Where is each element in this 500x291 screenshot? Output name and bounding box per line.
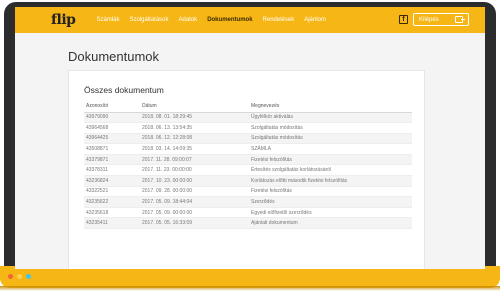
cell-date: 2017. 09. 28. 00:00:00 [140,186,249,198]
cell-name: Értesítés szolgáltatás korlátozásáról [249,164,412,177]
table-row[interactable]: 43322521 2017. 09. 28. 00:00:00 Fizetési f… [84,186,412,198]
cell-date: 2017. 05. 09. 18:44:04 [140,196,249,208]
table-row[interactable]: 43235618 2017. 05. 09. 00:00:00 Egyedi elő… [84,207,412,219]
cell-id: 43235411 [84,217,140,230]
cell-id: 43322521 [84,186,140,198]
cell-date: 2017. 05. 09. 00:00:00 [140,207,249,219]
logout-icon [455,16,465,23]
laptop-base [0,266,500,288]
cell-date: 2018. 06. 12. 12:28:08 [140,133,249,145]
cell-name: Ügyfélkör aktiválás [249,112,412,124]
nav-item-dokumentumok[interactable]: Dokumentumok [202,7,257,33]
table-row[interactable]: 43378311 2017. 11. 23. 00:00:00 Értesítés … [84,164,412,177]
nav-item-rendelesek[interactable]: Rendelések [258,7,300,33]
cell-id: 43964425 [84,133,140,145]
main-nav: Számlák Szolgáltatások Adatok Dokumentum… [91,7,330,33]
blue-dot-icon [26,274,31,279]
cell-name: Fizetési felszólítás [249,186,412,198]
cell-name: Szerződés [249,196,412,208]
nav-item-szamlak[interactable]: Számlák [91,7,124,33]
table-row[interactable]: 43964425 2018. 06. 12. 12:28:08 Szolgáltat… [84,133,412,145]
red-dot-icon [8,274,13,279]
flip-logo[interactable]: flip [51,12,76,28]
app-screen: flip Számlák Szolgáltatások Adatok Dokum… [15,7,485,269]
table-header-row: Azonosító Dátum Megnevezés [84,101,412,113]
cell-id: 43979090 [84,112,140,124]
cell-id: 43508871 [84,143,140,155]
cell-name: Fizetési felszólítás [249,154,412,166]
column-header-name: Megnevezés [249,101,412,113]
column-header-id: Azonosító [84,101,140,113]
cell-name: Korlátozás előtti második fizetési felsz… [249,175,412,187]
cell-id: 43235622 [84,196,140,208]
laptop-frame: flip Számlák Szolgáltatások Adatok Dokum… [0,0,500,291]
cell-name: SZÁMLA [249,143,412,155]
table-row[interactable]: 43508871 2018. 03. 14. 14:09:35 SZÁMLA [84,143,412,155]
documents-table-body: 43979090 2018. 08. 01. 18:29:45 Ügyfélkör … [84,112,412,230]
top-navigation-bar: flip Számlák Szolgáltatások Adatok Dokum… [15,7,485,33]
cell-date: 2018. 08. 01. 18:29:45 [140,112,249,124]
table-row[interactable]: 43236824 2017. 10. 23. 00:00:00 Korlátozás… [84,175,412,187]
table-row[interactable]: 43979090 2018. 08. 01. 18:29:45 Ügyfélkör … [84,112,412,124]
cell-name: Szolgáltatás módosítás [249,122,412,134]
documents-card: Összes dokumentum Azonosító Dátum Megnev… [68,70,425,269]
cell-id: 43235618 [84,207,140,219]
yellow-dot-icon [17,274,22,279]
table-row[interactable]: 43235622 2017. 05. 09. 18:44:04 Szerződés [84,196,412,208]
page-title: Dokumentumok [68,49,160,64]
cell-id: 43378311 [84,164,140,177]
cell-date: 2018. 06. 13. 13:54:35 [140,122,249,134]
nav-item-adatok[interactable]: Adatok [174,7,203,33]
header-actions: f Kilépés [399,13,469,26]
table-row[interactable]: 43379871 2017. 11. 28. 09:00:07 Fizetési f… [84,154,412,166]
cell-date: 2017. 11. 28. 09:00:07 [140,154,249,166]
table-row[interactable]: 43964568 2018. 06. 13. 13:54:35 Szolgáltat… [84,122,412,134]
cell-name: Ajánlati dokumentum [249,217,412,230]
cell-name: Egyedi előfizetői szerződés [249,207,412,219]
cell-date: 2017. 05. 05. 16:33:09 [140,217,249,230]
cell-date: 2017. 10. 23. 00:00:00 [140,175,249,187]
cell-name: Szolgáltatás módosítás [249,133,412,145]
laptop-shadow [0,286,500,291]
cell-id: 43236824 [84,175,140,187]
documents-table: Azonosító Dátum Megnevezés 43979090 2018.… [84,101,412,230]
cell-date: 2018. 03. 14. 14:09:35 [140,143,249,155]
logout-label: Kilépés [419,16,439,23]
logout-button[interactable]: Kilépés [413,13,469,26]
cell-id: 43379871 [84,154,140,166]
nav-item-szolgaltatasok[interactable]: Szolgáltatások [124,7,173,33]
facebook-icon[interactable]: f [399,15,408,24]
documents-card-title: Összes dokumentum [84,85,164,95]
window-dots [8,274,31,279]
cell-id: 43964568 [84,122,140,134]
column-header-date: Dátum [140,101,249,113]
cell-date: 2017. 11. 23. 00:00:00 [140,164,249,177]
table-row[interactable]: 43235411 2017. 05. 05. 16:33:09 Ajánlati d… [84,217,412,230]
nav-item-ajanlom[interactable]: Ajánlom [299,7,331,33]
